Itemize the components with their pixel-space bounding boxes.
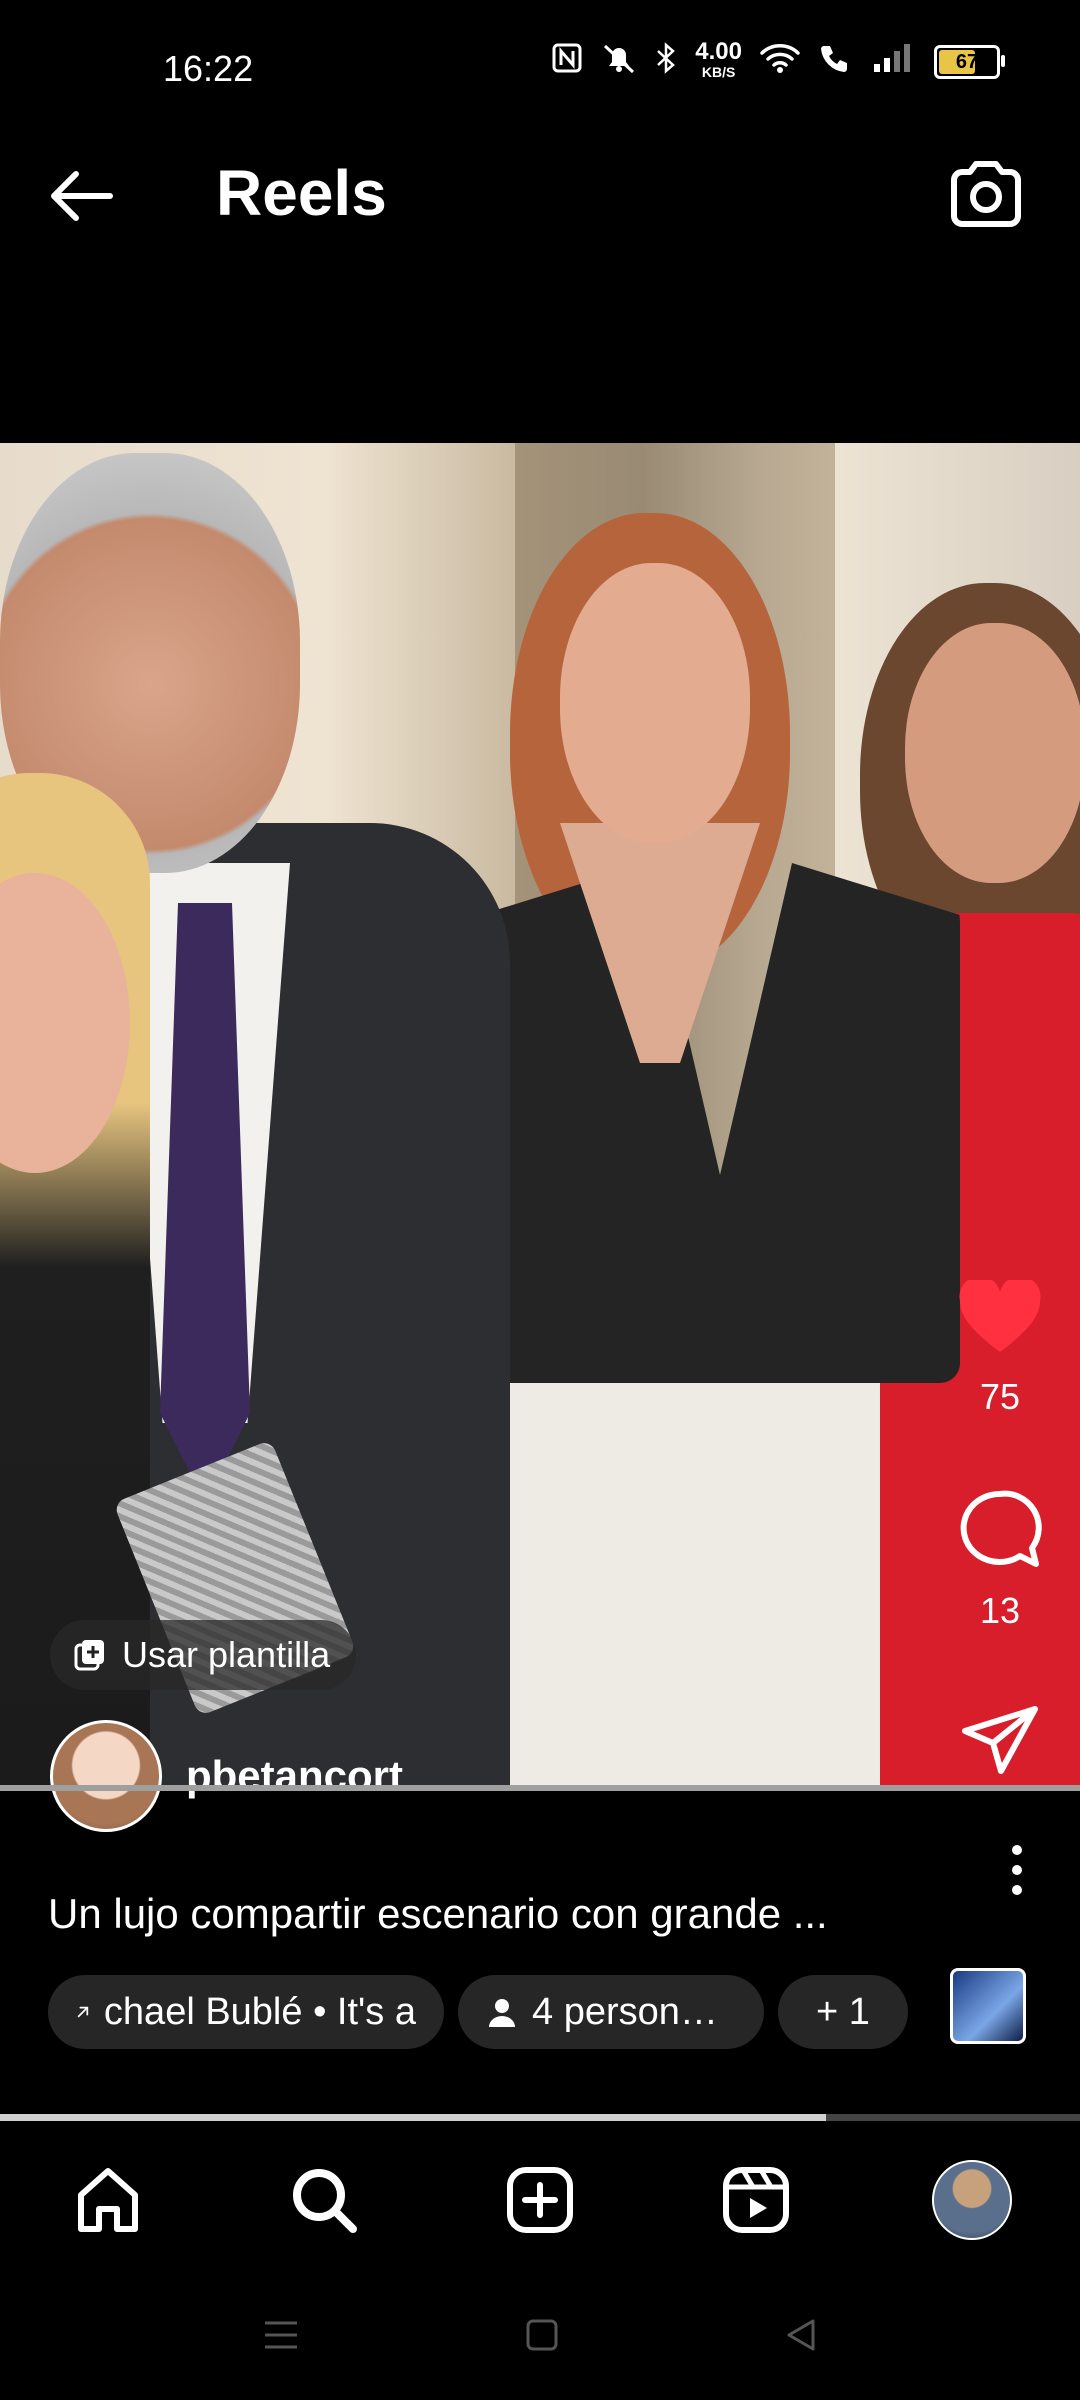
- heart-icon: [959, 1280, 1041, 1352]
- wifi-icon: [760, 42, 800, 82]
- reels-icon: [723, 2167, 789, 2233]
- profile-avatar: [932, 2160, 1012, 2240]
- like-group: 75: [950, 1280, 1050, 1418]
- mute-icon: [601, 42, 637, 82]
- reel-progress-fill: [0, 2114, 827, 2121]
- comment-icon: [960, 1490, 1042, 1567]
- user-avatar[interactable]: [50, 1720, 162, 1832]
- nav-search[interactable]: [269, 2145, 379, 2255]
- use-template-button[interactable]: Usar plantilla: [50, 1620, 357, 1690]
- net-speed: 4.00 KB/S: [695, 38, 742, 82]
- audio-album-art[interactable]: [950, 1968, 1026, 2044]
- home-square-icon[interactable]: [524, 2317, 560, 2353]
- comment-button[interactable]: [950, 1490, 1050, 1570]
- nav-home[interactable]: [53, 2145, 163, 2255]
- nav-reels[interactable]: [701, 2145, 811, 2255]
- bluetooth-icon: [655, 42, 677, 82]
- add-post-icon: [507, 2167, 573, 2233]
- more-chip[interactable]: + 1: [778, 1975, 908, 2049]
- camera-button[interactable]: [948, 158, 1024, 230]
- username[interactable]: pbetancort: [186, 1752, 403, 1800]
- net-speed-unit: KB/S: [701, 64, 736, 80]
- back-button[interactable]: [46, 166, 116, 226]
- like-count[interactable]: 75: [950, 1376, 1050, 1418]
- person-right-face: [905, 623, 1080, 883]
- comment-group: 13: [950, 1490, 1050, 1632]
- more-options-button[interactable]: [1002, 1840, 1032, 1900]
- bottom-nav: [0, 2140, 1080, 2260]
- recents-menu-icon[interactable]: [261, 2317, 301, 2353]
- template-icon: [74, 1640, 104, 1671]
- reel-chips: chael Bublé • It's a 4 person… + 1: [48, 1975, 908, 2049]
- people-chip-label: 4 person…: [532, 1990, 718, 2033]
- person-center-skirt: [500, 1343, 880, 1788]
- camera-icon: [951, 161, 1021, 227]
- nfc-icon: [551, 42, 583, 82]
- reel-progress-bar[interactable]: [0, 2114, 1080, 2121]
- people-chip[interactable]: 4 person…: [458, 1975, 764, 2049]
- page-title: Reels: [216, 157, 387, 229]
- arrow-up-right-icon: [77, 2006, 89, 2018]
- nav-create[interactable]: [485, 2145, 595, 2255]
- battery-icon: 67: [934, 45, 1005, 79]
- more-vertical-icon: [1012, 1845, 1022, 1895]
- nav-profile[interactable]: [917, 2145, 1027, 2255]
- signal-icon: [872, 42, 916, 82]
- header: Reels: [0, 130, 1080, 260]
- use-template-label: Usar plantilla: [122, 1634, 331, 1675]
- search-icon: [293, 2169, 357, 2233]
- home-icon: [78, 2168, 138, 2232]
- back-triangle-icon[interactable]: [783, 2317, 819, 2353]
- like-button[interactable]: [950, 1280, 1050, 1356]
- status-time: 16:22: [163, 48, 254, 89]
- wifi-call-icon: [818, 42, 854, 82]
- share-button[interactable]: [950, 1705, 1050, 1775]
- video-bottom-divider: [0, 1785, 1080, 1791]
- status-bar: 16:22 4.00 KB/S 67: [0, 0, 1080, 130]
- reel-video[interactable]: [0, 443, 1080, 1788]
- person-center-face: [560, 563, 750, 843]
- reel-caption[interactable]: Un lujo compartir escenario con grande .…: [48, 1890, 908, 1938]
- comment-count[interactable]: 13: [950, 1590, 1050, 1632]
- status-icons: 4.00 KB/S 67: [551, 38, 1005, 82]
- music-chip[interactable]: chael Bublé • It's a: [48, 1975, 444, 2049]
- more-chip-label: + 1: [816, 1990, 870, 2033]
- back-arrow-icon: [51, 171, 113, 221]
- person-icon: [489, 1999, 515, 2027]
- system-navigation: [0, 2290, 1080, 2380]
- music-chip-label: chael Bublé • It's a: [103, 1990, 416, 2033]
- share-group: [950, 1705, 1050, 1775]
- battery-level: 67: [955, 50, 979, 73]
- send-icon: [962, 1706, 1038, 1774]
- net-speed-value: 4.00: [695, 38, 742, 65]
